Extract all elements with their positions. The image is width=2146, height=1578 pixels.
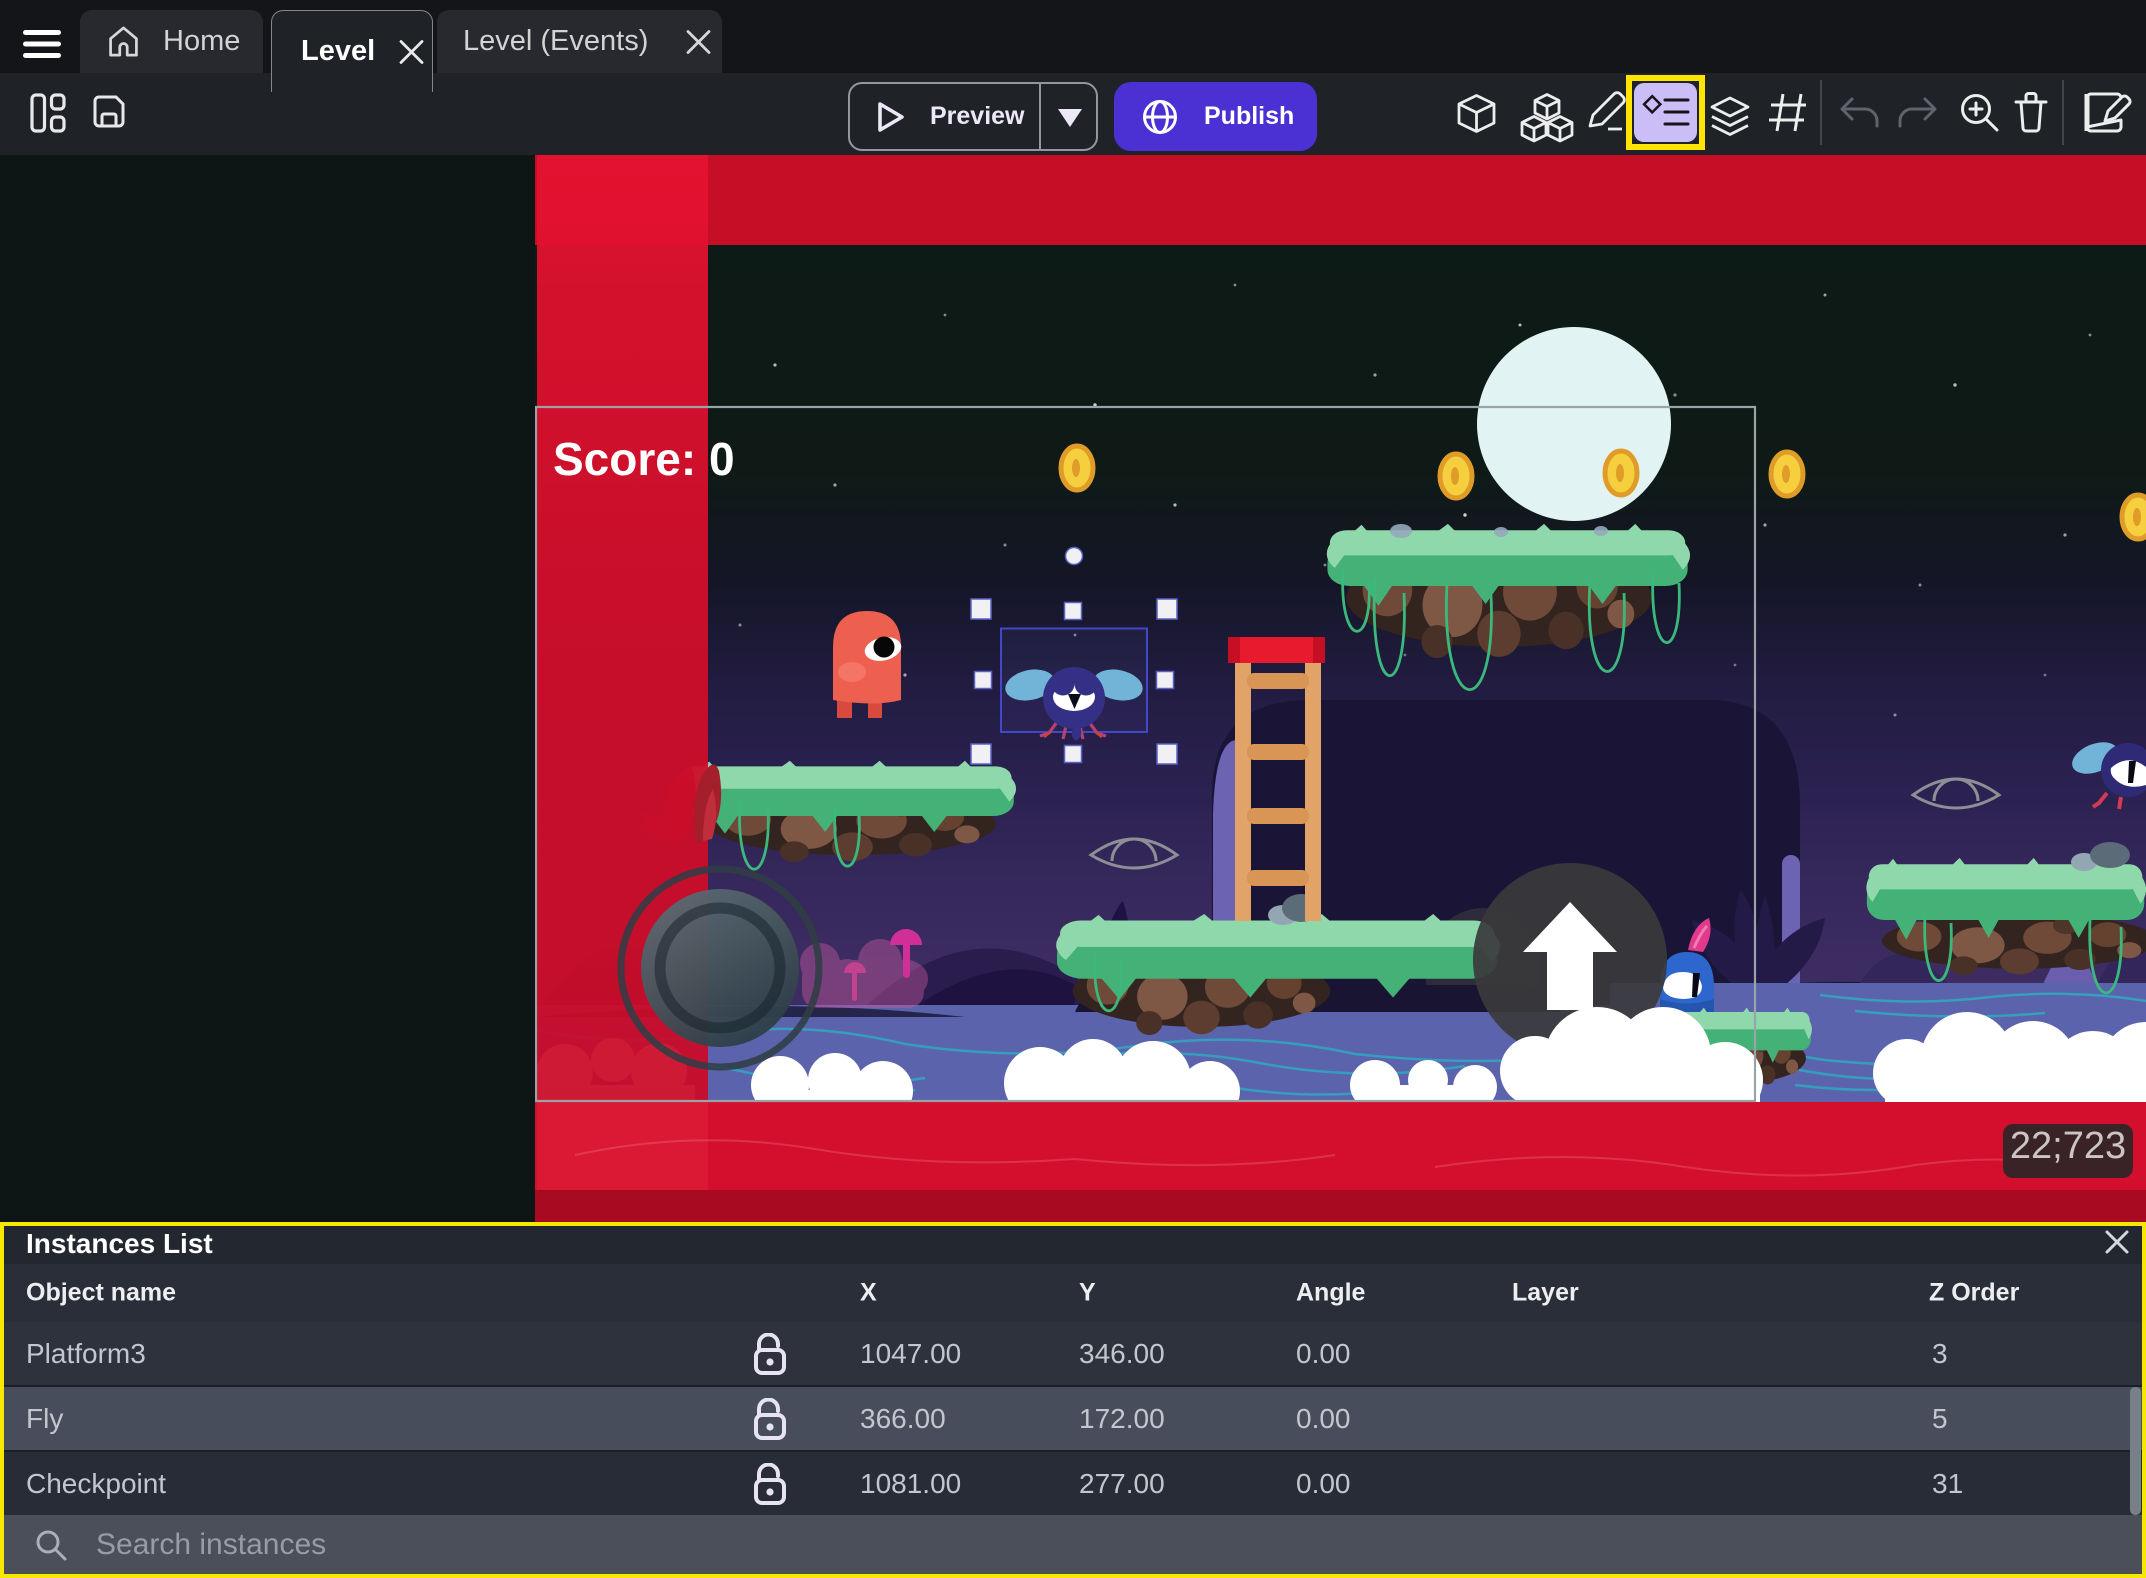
svg-text:Score: 0: Score: 0 — [553, 433, 735, 485]
svg-text:22;723: 22;723 — [2010, 1125, 2126, 1167]
